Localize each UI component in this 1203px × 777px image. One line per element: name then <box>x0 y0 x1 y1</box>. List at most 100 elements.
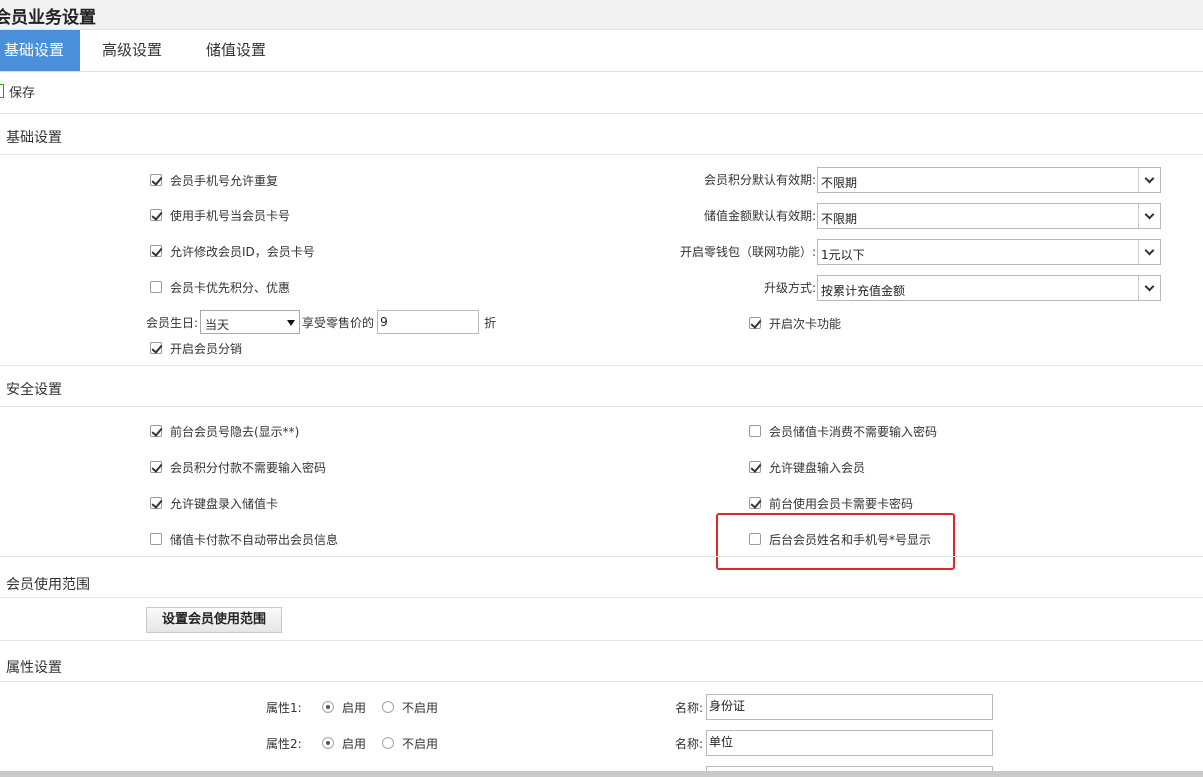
checkbox-label: 会员卡优先积分、优惠 <box>170 280 291 295</box>
section-basic-settings: 基础设置 <box>0 113 1203 155</box>
attribute-name-input[interactable]: 单位 <box>706 730 993 756</box>
attribute-name-label: 名称: <box>675 700 704 715</box>
select-value: 1元以下 <box>821 248 865 262</box>
checkbox[interactable] <box>150 461 162 473</box>
attribute-name-row: 名称: <box>675 697 703 717</box>
birthday-select-value: 当天 <box>205 318 230 332</box>
stored-validity-label: 储值金额默认有效期: <box>703 209 816 223</box>
radio-disable[interactable] <box>382 701 394 713</box>
birthday-discount-row: 会员生日: 当天 享受零售价的 9 折 <box>146 310 496 334</box>
checkbox-label: 前台会员号隐去(显示**) <box>170 424 300 439</box>
title-bar: 会员业务设置 <box>0 0 1203 30</box>
checkbox[interactable] <box>150 281 162 293</box>
checkbox-label: 会员储值卡消费不需要输入密码 <box>769 424 938 439</box>
section-attribute-settings: 属性设置 <box>0 640 1203 682</box>
radio-enable-label: 启用 <box>342 736 367 751</box>
section-member-scope: 会员使用范围 <box>0 556 1203 598</box>
attribute-name-row: 名称: <box>675 733 703 753</box>
attribute-label: 属性2: <box>266 736 302 751</box>
save-icon <box>0 84 4 98</box>
set-member-scope-button[interactable]: 设置会员使用范围 <box>146 607 282 633</box>
radio-disable-label: 不启用 <box>402 700 439 715</box>
attribute-label: 属性1: <box>266 700 302 715</box>
discount-suffix: 折 <box>484 315 497 330</box>
checkbox[interactable] <box>150 174 162 186</box>
tab-stored-value-settings[interactable]: 储值设置 <box>190 30 282 71</box>
checkbox-row[interactable]: 开启会员分销 <box>150 339 242 357</box>
chevron-down-icon <box>1138 168 1160 192</box>
attribute-name-input[interactable]: 身份证 <box>706 694 993 720</box>
checkbox-label: 会员积分付款不需要输入密码 <box>170 460 327 475</box>
horizontal-scrollbar[interactable] <box>0 771 1203 777</box>
save-button[interactable]: 保存 <box>0 82 36 101</box>
checkbox-label: 使用手机号当会员卡号 <box>170 208 291 223</box>
select-value: 按累计充值金额 <box>821 284 906 298</box>
checkbox-row[interactable]: 使用手机号当会员卡号 <box>150 206 290 224</box>
page-title: 会员业务设置 <box>0 8 96 28</box>
tab-bar: 基础设置 高级设置 储值设置 <box>0 30 1203 72</box>
tab-advanced-settings[interactable]: 高级设置 <box>86 30 178 71</box>
change-wallet-label: 开启零钱包（联网功能）: <box>679 245 816 259</box>
checkbox-label: 开启次卡功能 <box>769 316 842 331</box>
checkbox-label: 允许修改会员ID，会员卡号 <box>170 244 315 259</box>
checkbox[interactable] <box>150 209 162 221</box>
change-wallet-select[interactable]: 1元以下 <box>817 239 1161 265</box>
checkbox-row[interactable]: 前台会员号隐去(显示**) <box>150 422 299 440</box>
birthday-select[interactable]: 当天 <box>200 310 301 334</box>
chevron-down-icon <box>1138 240 1160 264</box>
discount-input[interactable]: 9 <box>377 310 480 334</box>
checkbox-row[interactable]: 允许键盘录入储值卡 <box>150 494 278 512</box>
stored-validity-select[interactable]: 不限期 <box>817 203 1161 229</box>
checkbox-row[interactable]: 会员积分付款不需要输入密码 <box>150 458 326 476</box>
checkbox-label: 开启会员分销 <box>170 341 243 356</box>
select-value: 不限期 <box>821 176 858 190</box>
checkbox[interactable] <box>749 461 761 473</box>
checkbox-label: 会员手机号允许重复 <box>170 173 279 188</box>
checkbox-row[interactable]: 开启次卡功能 <box>749 314 841 332</box>
checkbox-row[interactable]: 允许键盘输入会员 <box>749 458 865 476</box>
section-title: 安全设置 <box>6 382 62 398</box>
radio-enable[interactable] <box>322 701 334 713</box>
checkbox-label: 前台使用会员卡需要卡密码 <box>769 496 914 511</box>
checkbox[interactable] <box>150 245 162 257</box>
checkbox-row[interactable]: 会员手机号允许重复 <box>150 171 278 189</box>
checkbox[interactable] <box>150 342 162 354</box>
checkbox[interactable] <box>749 497 761 509</box>
dropdown-arrow-icon <box>287 320 296 326</box>
attribute-row: 属性1: 启用 不启用 <box>266 697 438 717</box>
radio-enable[interactable] <box>322 737 334 749</box>
select-value: 不限期 <box>821 212 858 226</box>
checkbox-label: 储值卡付款不自动带出会员信息 <box>170 532 339 547</box>
checkbox[interactable] <box>150 497 162 509</box>
section-title: 属性设置 <box>6 660 62 676</box>
checkbox-label: 允许键盘输入会员 <box>769 460 866 475</box>
checkbox[interactable] <box>749 317 761 329</box>
checkbox-row[interactable]: 会员卡优先积分、优惠 <box>150 278 290 296</box>
radio-enable-label: 启用 <box>342 700 367 715</box>
checkbox[interactable] <box>150 533 162 545</box>
attribute-row: 属性2: 启用 不启用 <box>266 733 438 753</box>
birthday-label: 会员生日: <box>146 315 199 330</box>
checkbox-row[interactable]: 储值卡付款不自动带出会员信息 <box>150 530 338 548</box>
checkbox-row[interactable]: 前台使用会员卡需要卡密码 <box>749 494 913 512</box>
chevron-down-icon <box>1138 276 1160 300</box>
attribute-name-label: 名称: <box>675 736 704 751</box>
section-title: 基础设置 <box>6 130 62 146</box>
tab-basic-settings[interactable]: 基础设置 <box>0 30 80 71</box>
checkbox-label: 允许键盘录入储值卡 <box>170 496 279 511</box>
checkbox-row[interactable]: 允许修改会员ID，会员卡号 <box>150 242 315 260</box>
chevron-down-icon <box>1138 204 1160 228</box>
section-title: 会员使用范围 <box>6 577 90 593</box>
checkbox[interactable] <box>150 425 162 437</box>
checkbox-row[interactable]: 会员储值卡消费不需要输入密码 <box>749 422 937 440</box>
points-validity-select[interactable]: 不限期 <box>817 167 1161 193</box>
discount-label: 享受零售价的 <box>302 315 375 330</box>
upgrade-mode-select[interactable]: 按累计充值金额 <box>817 275 1161 301</box>
points-validity-label: 会员积分默认有效期: <box>703 173 816 187</box>
radio-disable-label: 不启用 <box>402 736 439 751</box>
section-security-settings: 安全设置 <box>0 365 1203 407</box>
checkbox[interactable] <box>749 425 761 437</box>
save-label: 保存 <box>9 85 36 101</box>
radio-disable[interactable] <box>382 737 394 749</box>
upgrade-mode-label: 升级方式: <box>763 281 816 295</box>
